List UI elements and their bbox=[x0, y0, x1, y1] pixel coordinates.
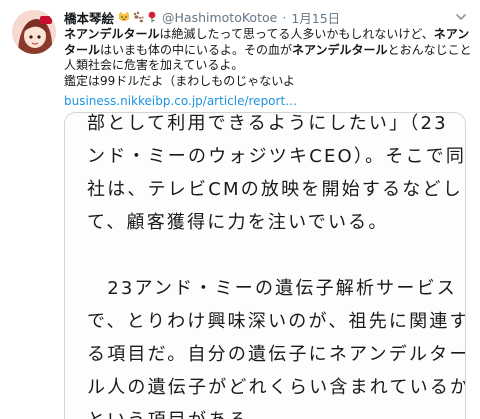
name-emoji-badges bbox=[118, 11, 158, 23]
timestamp-link[interactable]: 1月15日 bbox=[291, 8, 340, 27]
article-excerpt-image: 部として利用できるようにしたい」（23 ンド・ミーのウォジツキCEO）。そこで同社… bbox=[65, 113, 466, 419]
chevron-down-icon[interactable] bbox=[454, 10, 468, 24]
tweet-text-line: 人類社会に危害を加えているよ。 bbox=[64, 58, 470, 74]
tweet-text: ネアンデルタールは絶滅したって思ってる人多いかもしれないけど、ネアンデルタールは… bbox=[64, 27, 470, 89]
avatar-illustration-icon bbox=[12, 10, 56, 54]
display-name[interactable]: 橋本琴絵 bbox=[64, 8, 114, 27]
article-text-line: という項目がある。 bbox=[87, 406, 269, 419]
tweet-text-segment: は絶滅したって思ってる人多いかもしれないけど、 bbox=[159, 27, 434, 41]
tweet-text-line: ネアンデルタールは絶滅したって思ってる人多いかもしれないけど、ネアンデル bbox=[64, 27, 470, 43]
cat-face-icon bbox=[119, 11, 130, 21]
tweet-text-line: 鑑定は99ドルだよ（まわしものじゃないよ bbox=[64, 74, 470, 90]
article-link[interactable]: business.nikkeibp.co.jp/article/report… bbox=[64, 94, 297, 109]
article-text-line: ル人の遺伝子がどれくらい含まれているか bbox=[87, 377, 466, 398]
article-text-line: 部として利用できるようにしたい」（23 bbox=[87, 113, 448, 134]
separator-dot: · bbox=[282, 9, 287, 25]
article-text-line: て、顧客獲得に力を注いでいる。 bbox=[87, 212, 389, 233]
article-text-line: る項目だ。自分の遺伝子にネアンデルター bbox=[87, 344, 466, 365]
article-text-line: で、とりわけ興味深いのが、祖先に関連す bbox=[87, 311, 466, 332]
highlighted-keyword: ネアンデルタール bbox=[292, 42, 388, 57]
article-text-line: 社は、テレビCMの放映を開始するなどし bbox=[87, 179, 463, 200]
rose-icon bbox=[148, 11, 156, 23]
handle[interactable]: @HashimotoKotoe bbox=[162, 10, 277, 25]
avatar[interactable] bbox=[12, 10, 56, 54]
highlighted-keyword: タール bbox=[64, 42, 101, 57]
highlighted-keyword: ネアンデルタール bbox=[64, 27, 160, 41]
tweet-text-segment: 人類社会に危害を加えているよ。 bbox=[64, 58, 244, 72]
tweet-header: 橋本琴絵 @HashimotoKotoe · 1月15日 bbox=[64, 8, 450, 26]
article-text-line: 23アンド・ミーの遺伝子解析サービス bbox=[87, 278, 457, 299]
highlighted-keyword: ネアンデル bbox=[433, 27, 470, 41]
tweet-text-segment: 鑑定は99ドルだよ（まわしものじゃないよ bbox=[64, 73, 296, 88]
paw-prints-icon bbox=[133, 11, 144, 23]
tweet[interactable]: 橋本琴絵 @HashimotoKotoe · 1月15日 ネアンデルタールは絶滅… bbox=[0, 0, 480, 419]
tweet-text-line: タールはいまも体の中にいるよ。その血がネアンデルタールとおんなじことして bbox=[64, 43, 470, 59]
attached-image[interactable]: 部として利用できるようにしたい」（23 ンド・ミーのウォジツキCEO）。そこで同社… bbox=[64, 112, 466, 419]
tweet-text-segment: とおんなじことして bbox=[387, 42, 470, 57]
article-text-line: ンド・ミーのウォジツキCEO）。そこで同 bbox=[87, 146, 466, 167]
tweet-text-segment: はいまも体の中にいるよ。その血が bbox=[100, 42, 293, 57]
